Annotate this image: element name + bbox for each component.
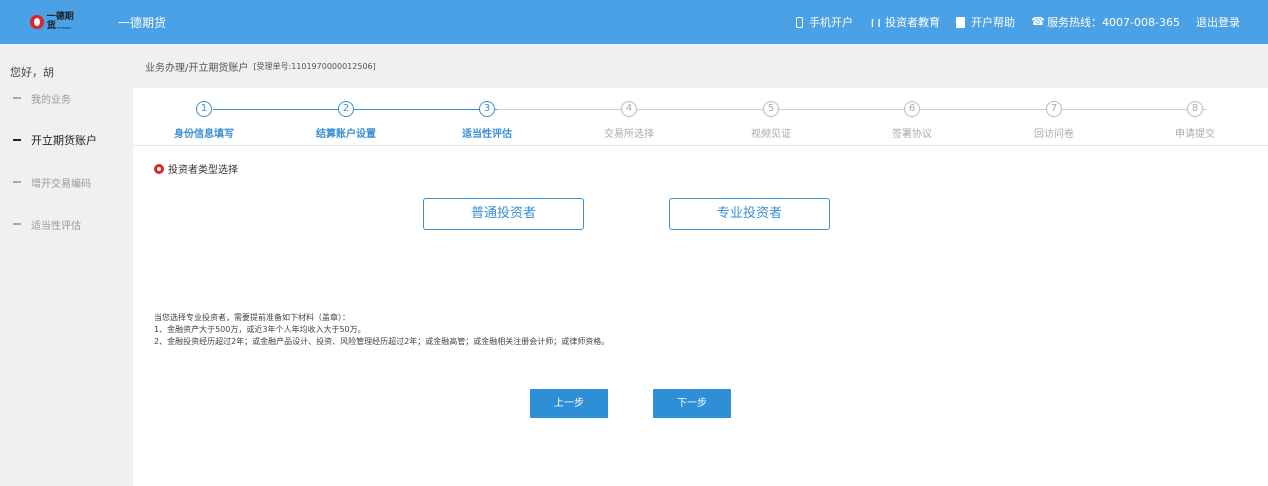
step-label: 交易所选择: [604, 129, 654, 140]
sidebar-item-my-business[interactable]: 我的业务: [0, 88, 133, 108]
sidebar-item-open-futures-account[interactable]: 开立期货账户: [0, 130, 133, 150]
service-hotline: 服务热线：4007-008-365: [1031, 14, 1180, 30]
step-settlement-account: 2 结算账户设置: [296, 101, 396, 140]
telephone-icon: [1031, 16, 1041, 28]
step-sign-agreement: 6 签署协议: [862, 101, 962, 140]
investor-education-link[interactable]: 投资者教育: [869, 14, 940, 30]
investor-education-label: 投资者教育: [885, 16, 941, 29]
step-label: 视频见证: [751, 129, 791, 140]
dash-icon: [13, 181, 21, 183]
sidebar-item-label: 增开交易编码: [31, 178, 91, 190]
step-number: 7: [1046, 101, 1062, 117]
breadcrumb-path: 业务办理/开立期货账户: [145, 62, 249, 74]
books-icon: [869, 16, 879, 28]
step-video-witness: 5 视频见证: [721, 101, 821, 140]
step-identity-info: 1 身份信息填写: [154, 101, 254, 140]
step-number: 5: [763, 101, 779, 117]
next-step-button[interactable]: 下一步: [653, 389, 731, 418]
sidebar: 您好，胡 我的业务 开立期货账户 增开交易编码 适当性评估: [0, 44, 133, 486]
logout-label: 退出登录: [1196, 16, 1240, 29]
step-label: 申请提交: [1175, 129, 1215, 140]
step-number: 1: [196, 101, 212, 117]
dash-icon: [13, 139, 21, 141]
sidebar-item-suitability-assessment[interactable]: 适当性评估: [0, 214, 133, 234]
step-submit-application: 8 申请提交: [1145, 101, 1245, 140]
top-navigation-bar: 一德期货 FIRST FUTURES 一德期货 手机开户 投资者教育 开户帮助 …: [0, 0, 1268, 44]
breadcrumb: 业务办理/开立期货账户 [受理单号:1101970000012506]: [133, 44, 1268, 88]
step-label: 适当性评估: [462, 129, 512, 140]
note-line: 当您选择专业投资者，需要提前准备如下材料（盖章）：: [154, 313, 350, 322]
mobile-account-label: 手机开户: [809, 16, 854, 29]
sidebar-item-label: 适当性评估: [31, 220, 81, 232]
normal-investor-button[interactable]: 普通投资者: [423, 198, 584, 230]
step-number: 8: [1187, 101, 1203, 117]
logout-link[interactable]: 退出登录: [1196, 14, 1240, 30]
sidebar-item-label: 我的业务: [31, 94, 71, 106]
previous-step-button[interactable]: 上一步: [530, 389, 608, 418]
section-title-text: 投资者类型选择: [168, 165, 238, 176]
step-label: 身份信息填写: [174, 129, 234, 140]
mobile-account-link[interactable]: 手机开户: [796, 14, 853, 30]
step-label: 签署协议: [892, 129, 932, 140]
sidebar-item-add-trading-code[interactable]: 增开交易编码: [0, 172, 133, 192]
user-greeting: 您好，胡: [10, 66, 54, 79]
note-line: 1、金融资产大于500万，或近3年个人年均收入大于50万。: [154, 325, 366, 334]
mobile-phone-icon: [796, 16, 804, 28]
header-links: 手机开户 投资者教育 开户帮助 服务热线：4007-008-365 退出登录: [780, 0, 1240, 44]
logo-mark-icon: [30, 15, 44, 29]
step-suitability-assessment: 3 适当性评估: [437, 101, 537, 140]
dash-icon: [13, 223, 21, 225]
red-bullet-icon: [154, 163, 164, 174]
sidebar-item-label: 开立期货账户: [31, 134, 97, 147]
step-return-visit-questionnaire: 7 回访问卷: [1004, 101, 1104, 140]
step-number: 4: [621, 101, 637, 117]
service-hotline-label: 服务热线：4007-008-365: [1047, 16, 1180, 29]
step-label: 结算账户设置: [316, 129, 376, 140]
step-label: 回访问卷: [1034, 129, 1074, 140]
help-document-icon: [956, 16, 966, 28]
progress-steps: 1 身份信息填写 2 结算账户设置 3 适当性评估 4 交易所选择 5 视频见证…: [133, 88, 1268, 146]
logo-subtext: FIRST FUTURES: [48, 26, 72, 30]
note-line: 2、金融投资经历超过2年；或金融产品设计、投资、风险管理经历超过2年；或金融高管…: [154, 337, 610, 346]
account-help-link[interactable]: 开户帮助: [956, 14, 1015, 30]
main-content: 1 身份信息填写 2 结算账户设置 3 适当性评估 4 交易所选择 5 视频见证…: [133, 88, 1268, 486]
professional-investor-notes: 当您选择专业投资者，需要提前准备如下材料（盖章）： 1、金融资产大于500万，或…: [154, 312, 609, 348]
investor-type-section-title: 投资者类型选择: [154, 161, 238, 176]
dash-icon: [13, 97, 21, 99]
step-exchange-selection: 4 交易所选择: [579, 101, 679, 140]
account-help-label: 开户帮助: [971, 16, 1016, 29]
acceptance-number: [受理单号:1101970000012506]: [253, 61, 376, 71]
professional-investor-button[interactable]: 专业投资者: [669, 198, 830, 230]
brand-name: 一德期货: [118, 16, 167, 30]
step-number: 6: [904, 101, 920, 117]
step-number: 3: [479, 101, 495, 117]
company-logo[interactable]: 一德期货 FIRST FUTURES: [30, 13, 82, 31]
step-number: 2: [338, 101, 354, 117]
